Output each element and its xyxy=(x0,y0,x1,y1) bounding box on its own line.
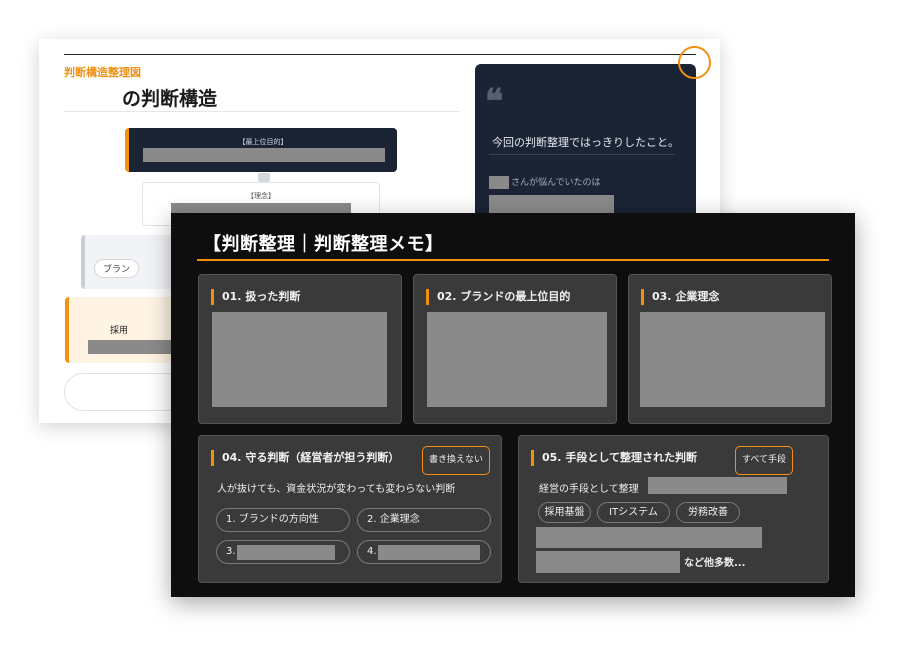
quote-panel: ❝ 今回の判断整理ではっきりしたこと。 さんが悩んでいたのは xyxy=(475,64,696,224)
top-purpose-box: 【最上位目的】 xyxy=(125,128,397,172)
more-text: など他多数... xyxy=(684,558,746,569)
brand-pill: ブラン xyxy=(94,259,140,278)
top-rule xyxy=(64,54,696,55)
redacted-block xyxy=(143,148,385,162)
philosophy-label: 【理念】 xyxy=(247,192,275,200)
quote-divider xyxy=(489,154,675,155)
redacted-block xyxy=(378,545,480,560)
redacted-block xyxy=(237,545,335,560)
card-title: 02. ブランドの最上位目的 xyxy=(426,289,570,305)
quote-heading: 今回の判断整理ではっきりしたこと。 xyxy=(492,136,679,149)
slide-kicker: 判断構造整理図 xyxy=(64,66,141,79)
tag-chip: ITシステム xyxy=(597,502,670,523)
card-handled-decision: 01. 扱った判断 xyxy=(198,274,402,424)
tag-chip: 労務改善 xyxy=(676,502,740,523)
card-title: 05. 手段として整理された判断 xyxy=(531,450,697,466)
top-purpose-label: 【最上位目的】 xyxy=(238,138,288,146)
no-rewrite-button[interactable]: 書き換えない xyxy=(422,446,491,475)
redacted-block xyxy=(648,477,787,494)
card-means-decisions: 05. 手段として整理された判断 すべて手段 経営の手段として整理 採用基盤 I… xyxy=(518,435,829,583)
quote-subtext: さんが悩んでいたのは xyxy=(489,175,601,189)
card-description: 人が抜けても、資金状況が変わっても変わらない判断 xyxy=(217,484,456,495)
list-item: 4. xyxy=(357,540,491,564)
card-description: 経営の手段として整理 xyxy=(539,484,639,495)
card-philosophy: 03. 企業理念 xyxy=(628,274,832,424)
redacted-block xyxy=(640,312,825,407)
card-title: 04. 守る判断（経営者が担う判断） xyxy=(211,450,399,466)
all-means-button[interactable]: すべて手段 xyxy=(735,446,794,475)
slide-title: の判断構造 xyxy=(122,88,218,110)
recruitment-label: 採用 xyxy=(110,326,129,336)
list-item: 2. 企業理念 xyxy=(357,508,491,532)
redacted-block xyxy=(212,312,387,407)
quote-subtext-label: さんが悩んでいたのは xyxy=(511,178,601,188)
redacted-block xyxy=(489,176,509,189)
memo-heading: 【判断整理｜判断整理メモ】 xyxy=(203,234,444,255)
tag-chip: 採用基盤 xyxy=(538,502,591,523)
redacted-block xyxy=(536,527,762,548)
redacted-block xyxy=(427,312,607,407)
connector xyxy=(258,173,270,182)
card-brand-purpose: 02. ブランドの最上位目的 xyxy=(413,274,617,424)
title-divider xyxy=(64,111,459,112)
card-title: 03. 企業理念 xyxy=(641,289,719,305)
list-item: 3. xyxy=(216,540,350,564)
redacted-block xyxy=(536,551,680,573)
memo-panel: 【判断整理｜判断整理メモ】 01. 扱った判断 02. ブランドの最上位目的 0… xyxy=(171,213,855,597)
heading-underline xyxy=(197,259,829,261)
card-title: 01. 扱った判断 xyxy=(211,289,300,305)
card-protected-decisions: 04. 守る判断（経営者が担う判断） 書き換えない 人が抜けても、資金状況が変わ… xyxy=(198,435,502,583)
quote-icon: ❝ xyxy=(485,82,504,122)
list-item: 1. ブランドの方向性 xyxy=(216,508,350,532)
circle-button[interactable] xyxy=(678,46,711,79)
